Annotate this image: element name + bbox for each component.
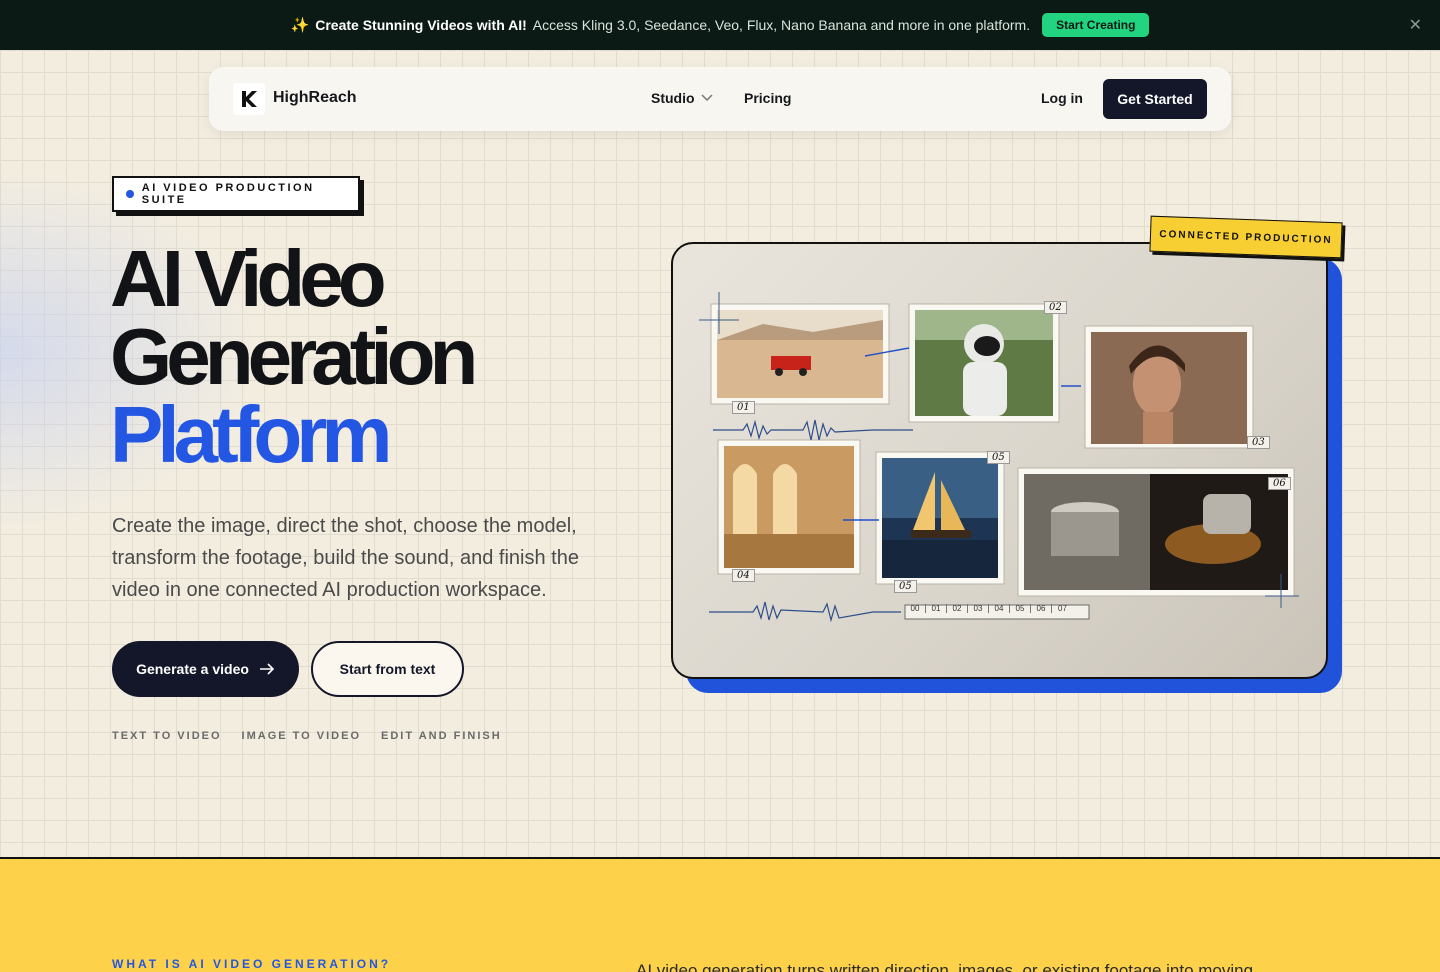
arrow-right-icon bbox=[259, 663, 275, 675]
title-line-3: Platform bbox=[110, 390, 393, 479]
timeline-tick: 01 bbox=[926, 604, 947, 613]
timeline-tick: 04 bbox=[989, 604, 1010, 613]
section-eyebrow: WHAT IS AI VIDEO GENERATION? bbox=[112, 957, 392, 971]
frame-product bbox=[1017, 467, 1295, 597]
title-line-2: Generation bbox=[110, 312, 478, 401]
frame-label-06: 06 bbox=[1268, 477, 1291, 490]
start-creating-button[interactable]: Start Creating bbox=[1042, 13, 1150, 37]
tag-text-to-video[interactable]: TEXT TO VIDEO bbox=[112, 730, 222, 742]
top-navigation: HighReach Studio Pricing Log in Get Star… bbox=[209, 67, 1231, 131]
frame-arches bbox=[717, 439, 861, 575]
announcement-headline: Create Stunning Videos with AI! bbox=[315, 17, 527, 33]
section-intro: AI video generation turns written direct… bbox=[636, 961, 1254, 972]
get-started-button[interactable]: Get Started bbox=[1103, 79, 1207, 119]
badge-dot-icon bbox=[126, 190, 134, 198]
nav-studio-label: Studio bbox=[651, 90, 695, 106]
timeline-tick: 06 bbox=[1031, 604, 1052, 613]
frame-label-05b: 05 bbox=[894, 580, 917, 593]
frame-label-03: 03 bbox=[1247, 436, 1270, 449]
frame-portrait bbox=[1084, 325, 1254, 449]
frame-label-02: 02 bbox=[1044, 301, 1067, 314]
logo-icon[interactable] bbox=[233, 83, 265, 115]
timeline-tick: 07 bbox=[1058, 604, 1067, 613]
brand-name[interactable]: HighReach bbox=[273, 89, 357, 107]
start-from-text-button[interactable]: Start from text bbox=[311, 641, 464, 697]
login-link[interactable]: Log in bbox=[1041, 90, 1083, 106]
suite-badge: AI VIDEO PRODUCTION SUITE bbox=[112, 176, 360, 212]
nav-pricing-link[interactable]: Pricing bbox=[744, 90, 791, 106]
badge-label: AI VIDEO PRODUCTION SUITE bbox=[141, 182, 315, 206]
tag-image-to-video[interactable]: IMAGE TO VIDEO bbox=[242, 730, 361, 742]
generate-video-label: Generate a video bbox=[136, 661, 249, 677]
tag-edit-and-finish[interactable]: EDIT AND FINISH bbox=[381, 730, 502, 742]
announcement-text: Access Kling 3.0, Seedance, Veo, Flux, N… bbox=[532, 17, 1031, 33]
timeline-tick: 02 bbox=[947, 604, 968, 613]
what-is-section: WHAT IS AI VIDEO GENERATION? AI video ge… bbox=[0, 857, 1440, 972]
frame-astronaut bbox=[908, 303, 1060, 423]
chevron-down-icon bbox=[701, 94, 713, 102]
announcement-bar: ✨ Create Stunning Videos with AI! Access… bbox=[0, 0, 1440, 50]
close-icon[interactable]: ✕ bbox=[1409, 15, 1422, 35]
feature-tags: TEXT TO VIDEO IMAGE TO VIDEO EDIT AND FI… bbox=[112, 730, 502, 742]
sparkle-icon: ✨ bbox=[290, 17, 310, 34]
nav-studio-dropdown[interactable]: Studio bbox=[651, 90, 713, 106]
hero-description: Create the image, direct the shot, choos… bbox=[112, 515, 579, 601]
frame-desert-truck bbox=[710, 303, 890, 405]
timeline-tick: 05 bbox=[1010, 604, 1031, 613]
frame-label-05a: 05 bbox=[987, 451, 1010, 464]
timeline-tick: 00 bbox=[905, 604, 926, 613]
timeline-tick: 03 bbox=[968, 604, 989, 613]
page-title: AI Video Generation Platform bbox=[110, 234, 478, 479]
timeline-labels: 00 01 02 03 04 05 06 07 bbox=[905, 604, 1073, 613]
frame-label-04: 04 bbox=[732, 569, 755, 582]
frame-label-01: 01 bbox=[732, 401, 755, 414]
generate-video-button[interactable]: Generate a video bbox=[112, 641, 299, 697]
title-line-1: AI Video bbox=[110, 234, 387, 323]
frame-sailboat bbox=[875, 451, 1005, 585]
connected-production-badge: CONNECTED PRODUCTION bbox=[1149, 215, 1343, 259]
